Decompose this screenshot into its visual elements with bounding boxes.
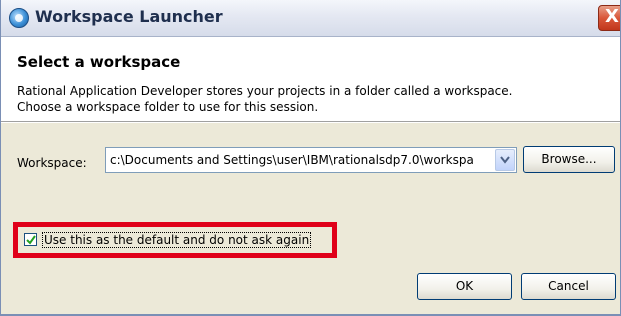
description-line-1: Rational Application Developer stores yo…	[17, 84, 513, 98]
eclipse-launcher-icon	[9, 8, 29, 28]
chevron-down-icon	[500, 156, 510, 164]
workspace-combo[interactable]	[105, 147, 517, 173]
default-checkbox[interactable]	[24, 233, 37, 246]
default-checkbox-label[interactable]: Use this as the default and do not ask a…	[42, 232, 312, 248]
workspace-label-text: Workspace:	[17, 156, 87, 170]
ok-button[interactable]: OK	[417, 273, 512, 300]
title-bar[interactable]: Workspace Launcher X	[1, 0, 620, 37]
header-divider	[1, 122, 620, 123]
workspace-input[interactable]	[106, 148, 494, 172]
workspace-launcher-dialog: Workspace Launcher X Select a workspace …	[0, 0, 621, 316]
browse-button[interactable]: Browse...	[523, 146, 615, 173]
workspace-label: Workspace:	[17, 156, 87, 170]
cancel-button[interactable]: Cancel	[521, 273, 616, 300]
page-title: Select a workspace	[17, 53, 181, 71]
close-icon: X	[605, 6, 619, 27]
workspace-dropdown-button[interactable]	[495, 149, 515, 171]
description-line-2: Choose a workspace folder to use for thi…	[17, 100, 319, 114]
window-title: Workspace Launcher	[35, 7, 223, 26]
close-button[interactable]: X	[598, 5, 620, 31]
header-description: Rational Application Developer stores yo…	[17, 83, 512, 115]
header-panel: Select a workspace Rational Application …	[1, 37, 620, 122]
checkmark-icon	[26, 235, 36, 245]
